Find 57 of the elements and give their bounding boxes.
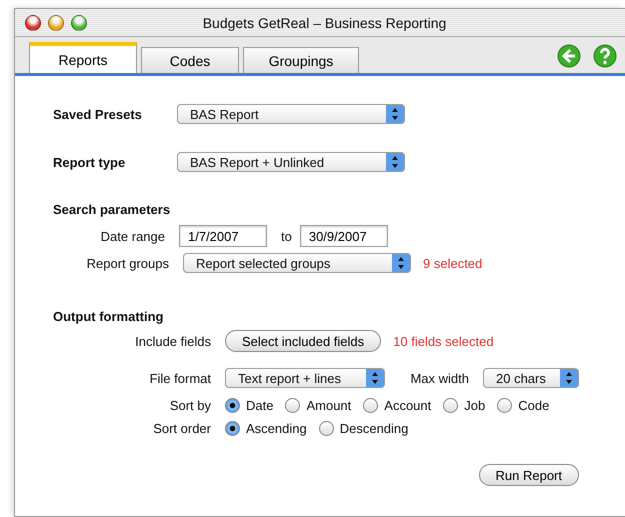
presets-dropdown[interactable]: BAS Report xyxy=(177,104,405,124)
help-icon[interactable] xyxy=(593,44,617,68)
select-fields-button[interactable]: Select included fields xyxy=(225,330,382,352)
radio-button[interactable] xyxy=(318,421,334,436)
field-label: Sort by xyxy=(168,398,211,413)
field-label: Max width xyxy=(409,370,469,386)
field-label: Sort order xyxy=(152,421,211,436)
radio-option[interactable]: Ascending xyxy=(225,421,307,436)
radio-label: Ascending xyxy=(246,421,307,436)
tab[interactable]: Codes xyxy=(141,47,239,73)
stepper-icon xyxy=(366,369,384,387)
radio-label: Date xyxy=(246,398,274,413)
close-icon[interactable] xyxy=(25,14,41,30)
field-label: Report groups xyxy=(86,256,169,270)
radio-button[interactable] xyxy=(497,398,512,413)
stepper-icon xyxy=(560,369,578,387)
radio-label: Amount xyxy=(306,398,352,413)
report-groups-dropdown[interactable]: Report selected groups xyxy=(183,253,411,273)
tab[interactable]: Groupings xyxy=(243,47,359,73)
window-title: Budgets GetReal – Business Reporting xyxy=(202,14,448,30)
tab[interactable]: Reports xyxy=(29,42,137,73)
max-width-dropdown[interactable]: 20 chars xyxy=(483,368,579,388)
radio-option[interactable]: Job xyxy=(443,398,486,413)
file-format-dropdown[interactable]: Text report + lines xyxy=(225,368,385,388)
radio-button[interactable] xyxy=(363,398,378,413)
radio-option[interactable]: Date xyxy=(225,398,274,413)
radio-option[interactable]: Account xyxy=(363,398,432,413)
field-label: File format xyxy=(148,370,211,386)
range-separator: to xyxy=(281,228,292,244)
radio-label: Account xyxy=(384,398,432,413)
radio-label: Job xyxy=(464,398,486,413)
radio-button[interactable] xyxy=(225,421,240,436)
radio-button[interactable] xyxy=(225,398,240,413)
radio-option[interactable]: Code xyxy=(497,398,550,413)
start-date-field[interactable]: 1/7/2007 xyxy=(179,225,267,247)
end-date-field[interactable]: 30/9/2007 xyxy=(300,225,388,247)
stepper-icon xyxy=(386,105,404,123)
selection-count: 10 fields selected xyxy=(393,334,494,348)
zoom-icon[interactable] xyxy=(71,14,87,30)
stepper-icon xyxy=(392,254,410,272)
field-label: Date range xyxy=(100,228,165,244)
stepper-icon xyxy=(386,153,404,171)
field-label: Include fields xyxy=(134,334,211,348)
run-report-button[interactable]: Run Report xyxy=(478,464,579,486)
minimize-icon[interactable] xyxy=(48,14,64,30)
radio-button[interactable] xyxy=(285,398,300,413)
report-type-dropdown[interactable]: BAS Report + Unlinked xyxy=(177,152,405,172)
field-label: Saved Presets xyxy=(53,106,143,122)
radio-label: Descending xyxy=(340,421,408,436)
radio-button[interactable] xyxy=(443,398,458,413)
field-label: Report type xyxy=(53,154,126,170)
section-heading: Search parameters xyxy=(53,202,170,217)
radio-option[interactable]: Descending xyxy=(318,421,408,436)
radio-label: Code xyxy=(518,398,550,413)
radio-option[interactable]: Amount xyxy=(285,398,352,413)
selection-count: 9 selected xyxy=(423,256,482,270)
section-heading: Output formatting xyxy=(53,309,164,324)
